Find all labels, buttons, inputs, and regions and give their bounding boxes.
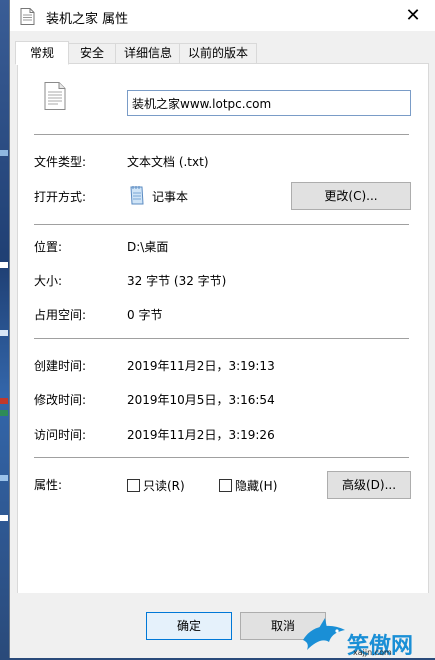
modified-label: 修改时间: — [34, 393, 87, 407]
tab-previous-versions[interactable]: 以前的版本 — [179, 43, 257, 63]
created-label: 创建时间: — [34, 359, 87, 373]
file-type-value: 文本文档 (.txt) — [127, 155, 209, 169]
readonly-label[interactable]: 只读(R) — [143, 477, 185, 494]
opens-with-label: 打开方式: — [34, 190, 87, 204]
size-value: 32 字节 (32 字节) — [127, 274, 227, 288]
tab-details[interactable]: 详细信息 — [115, 43, 181, 63]
ok-button[interactable]: 确定 — [146, 612, 232, 640]
close-button[interactable]: ✕ — [390, 0, 435, 31]
location-label: 位置: — [34, 240, 63, 254]
watermark-url: xajjn.com — [353, 648, 392, 657]
shark-logo-icon — [303, 618, 345, 650]
hidden-checkbox[interactable] — [219, 479, 232, 492]
close-icon: ✕ — [405, 5, 421, 26]
accessed-value: 2019年11月2日，3:19:26 — [127, 428, 275, 442]
accessed-label: 访问时间: — [34, 428, 87, 442]
file-type-label: 文件类型: — [34, 155, 87, 169]
created-value: 2019年11月2日，3:19:13 — [127, 359, 275, 373]
window-title: 装机之家 属性 — [46, 12, 129, 27]
document-icon — [44, 82, 66, 110]
tab-general[interactable]: 常规 — [15, 41, 69, 65]
desktop-fragment — [0, 515, 8, 521]
size-on-disk-value: 0 字节 — [127, 308, 163, 322]
desktop-fragment — [0, 262, 8, 268]
location-value: D:\桌面 — [127, 240, 169, 254]
change-program-button[interactable]: 更改(C)... — [291, 182, 411, 210]
divider — [34, 134, 409, 135]
attributes-label: 属性: — [34, 478, 63, 492]
desktop-fragment — [0, 410, 8, 416]
file-name-input[interactable]: 装机之家www.lotpc.com — [127, 90, 411, 116]
watermark: 笑傲网 xajjn.com — [295, 608, 435, 659]
divider — [34, 338, 409, 339]
size-on-disk-label: 占用空间: — [34, 308, 87, 322]
tab-security[interactable]: 安全 — [67, 43, 117, 63]
desktop-fragment — [0, 475, 8, 481]
divider — [34, 457, 409, 458]
text-file-icon — [20, 8, 35, 25]
desktop-fragment — [0, 398, 8, 404]
general-panel: 装机之家www.lotpc.com 文件类型: 文本文档 (.txt) 打开方式… — [17, 63, 429, 595]
modified-value: 2019年10月5日，3:16:54 — [127, 393, 275, 407]
readonly-checkbox[interactable] — [127, 479, 140, 492]
opens-with-value: 记事本 — [152, 190, 189, 204]
properties-dialog: 装机之家 属性 ✕ 常规 安全 详细信息 以前的版本 装机之家www.lotpc… — [9, 0, 435, 658]
hidden-label[interactable]: 隐藏(H) — [235, 477, 277, 494]
size-label: 大小: — [34, 274, 63, 288]
desktop-fragment — [0, 330, 8, 336]
advanced-button[interactable]: 高级(D)... — [327, 471, 411, 499]
notepad-icon — [130, 186, 144, 205]
desktop-fragment — [0, 150, 8, 156]
divider — [34, 224, 409, 225]
title-bar[interactable]: 装机之家 属性 ✕ — [10, 0, 435, 31]
